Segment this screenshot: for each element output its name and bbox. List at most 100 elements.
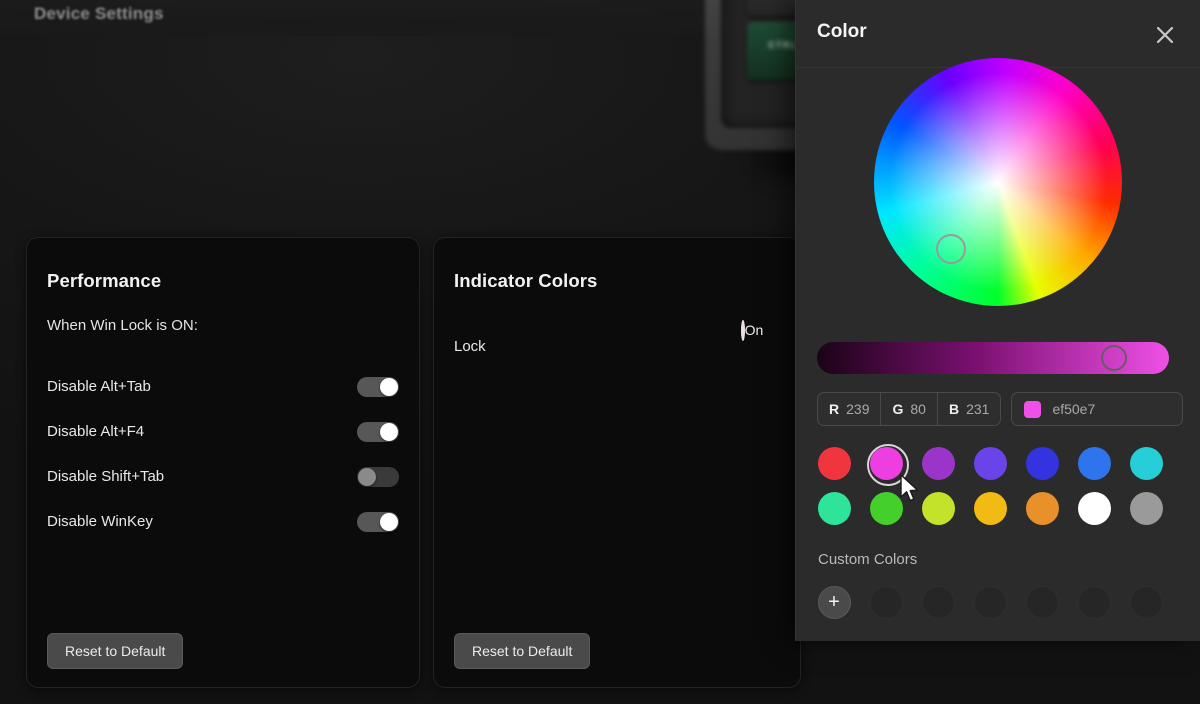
red-field-label: R: [829, 401, 839, 417]
custom-color-slot-dot: [870, 586, 903, 619]
color-wheel[interactable]: [874, 58, 1122, 306]
hex-color-chip: [1024, 401, 1041, 418]
performance-card-title: Performance: [47, 270, 399, 292]
brightness-slider[interactable]: [817, 342, 1169, 374]
toggle-knob: [380, 423, 398, 441]
custom-color-slot[interactable]: [971, 583, 1009, 621]
preset-swatch-row-2: [815, 489, 1165, 527]
custom-color-slot[interactable]: [867, 583, 905, 621]
rgb-input-group: R 239 G 80 B 231: [817, 392, 1001, 426]
custom-color-slot-dot: [1078, 586, 1111, 619]
custom-color-slot[interactable]: [1075, 583, 1113, 621]
performance-card-footer: Reset to Default: [47, 633, 183, 669]
custom-colors-row: +: [815, 583, 1165, 621]
device-settings-screen: Device Settings CTRL Performance When Wi…: [0, 0, 1200, 704]
preset-swatch-dot: [922, 447, 955, 480]
indicator-colors-card-footer: Reset to Default: [454, 633, 590, 669]
preset-swatches: [815, 444, 1165, 527]
red-field-value: 239: [846, 401, 869, 417]
custom-color-slot-dot: [1130, 586, 1163, 619]
preset-swatch-dot: [818, 492, 851, 525]
reset-to-default-button-performance[interactable]: Reset to Default: [47, 633, 183, 669]
row-label-disable-alt-tab: Disable Alt+Tab: [47, 378, 151, 395]
performance-card-subtitle: When Win Lock is ON:: [47, 317, 399, 334]
preset-swatch[interactable]: [971, 444, 1009, 482]
preset-swatch[interactable]: [867, 489, 905, 527]
preset-swatch[interactable]: [971, 489, 1009, 527]
preset-swatch[interactable]: [1075, 444, 1113, 482]
preset-swatch[interactable]: [1023, 444, 1061, 482]
preset-swatch-dot: [1130, 447, 1163, 480]
close-icon[interactable]: [1150, 20, 1180, 50]
hex-field-value: ef50e7: [1052, 401, 1095, 417]
plus-icon: +: [818, 586, 851, 619]
preset-swatch[interactable]: [1075, 489, 1113, 527]
color-wheel-selector[interactable]: [936, 234, 966, 264]
blue-field[interactable]: B 231: [938, 393, 1000, 425]
preset-swatch[interactable]: [815, 444, 853, 482]
indicator-colors-card-title: Indicator Colors: [454, 270, 780, 292]
row-label-disable-shift-tab: Disable Shift+Tab: [47, 468, 164, 485]
toggle-disable-alt-f4[interactable]: [357, 422, 399, 442]
row-label-lock: Lock: [454, 322, 486, 355]
green-field-label: G: [892, 401, 903, 417]
preset-swatch[interactable]: [1023, 489, 1061, 527]
preset-swatch-row-1: [815, 444, 1165, 482]
green-field-value: 80: [910, 401, 926, 417]
preset-swatch[interactable]: [919, 489, 957, 527]
custom-color-slot-dot: [974, 586, 1007, 619]
toggle-disable-alt-tab[interactable]: [357, 377, 399, 397]
preset-swatch-dot: [1026, 492, 1059, 525]
custom-color-slot[interactable]: [919, 583, 957, 621]
toggle-disable-shift-tab[interactable]: [357, 467, 399, 487]
row-disable-alt-tab: Disable Alt+Tab: [47, 364, 399, 409]
color-value-inputs: R 239 G 80 B 231 ef50e7: [817, 392, 1183, 426]
green-field[interactable]: G 80: [881, 393, 937, 425]
preset-swatch[interactable]: [1127, 489, 1165, 527]
page-title: Device Settings: [34, 4, 164, 24]
preset-swatch[interactable]: [919, 444, 957, 482]
preset-swatch[interactable]: [867, 444, 905, 482]
toggle-knob: [380, 378, 398, 396]
blue-field-value: 231: [966, 401, 989, 417]
custom-color-slot-dot: [922, 586, 955, 619]
performance-toggle-list: Disable Alt+Tab Disable Alt+F4 Disable S…: [47, 364, 399, 544]
custom-color-slot[interactable]: [1127, 583, 1165, 621]
red-field[interactable]: R 239: [818, 393, 881, 425]
performance-card: Performance When Win Lock is ON: Disable…: [26, 237, 420, 688]
preset-swatch-dot: [974, 447, 1007, 480]
lock-state-label: On: [745, 322, 764, 338]
row-label-disable-alt-f4: Disable Alt+F4: [47, 423, 144, 440]
row-label-disable-winkey: Disable WinKey: [47, 513, 153, 530]
preset-swatch-dot: [922, 492, 955, 525]
add-custom-color-button[interactable]: +: [815, 583, 853, 621]
custom-color-slot[interactable]: [1023, 583, 1061, 621]
reset-to-default-button-indicator[interactable]: Reset to Default: [454, 633, 590, 669]
row-disable-shift-tab: Disable Shift+Tab: [47, 454, 399, 499]
preset-swatch-dot: [974, 492, 1007, 525]
preset-swatch[interactable]: [1127, 444, 1165, 482]
preset-swatch-dot: [1078, 492, 1111, 525]
color-panel-title: Color: [817, 21, 867, 43]
preset-swatch-dot: [1026, 447, 1059, 480]
preset-swatch[interactable]: [815, 489, 853, 527]
hex-field[interactable]: ef50e7: [1011, 392, 1183, 426]
custom-color-slot-dot: [1026, 586, 1059, 619]
color-wheel-container: [796, 58, 1200, 306]
preset-swatch-dot: [1078, 447, 1111, 480]
preset-swatch-dot: [870, 447, 903, 480]
toggle-knob: [358, 468, 376, 486]
row-disable-alt-f4: Disable Alt+F4: [47, 409, 399, 454]
settings-cards: Performance When Win Lock is ON: Disable…: [26, 237, 801, 688]
brightness-slider-knob[interactable]: [1101, 345, 1127, 371]
custom-colors-title: Custom Colors: [818, 551, 917, 568]
toggle-disable-winkey[interactable]: [357, 512, 399, 532]
blue-field-label: B: [949, 401, 959, 417]
lock-color-control: On: [724, 322, 780, 340]
toggle-knob: [380, 513, 398, 531]
preset-swatch-dot: [818, 447, 851, 480]
color-picker-panel: Color R 239 G 80: [795, 0, 1200, 641]
preset-swatch-dot: [1130, 492, 1163, 525]
preset-swatch-dot: [870, 492, 903, 525]
indicator-colors-card: Indicator Colors Lock On Reset to Defaul…: [433, 237, 801, 688]
